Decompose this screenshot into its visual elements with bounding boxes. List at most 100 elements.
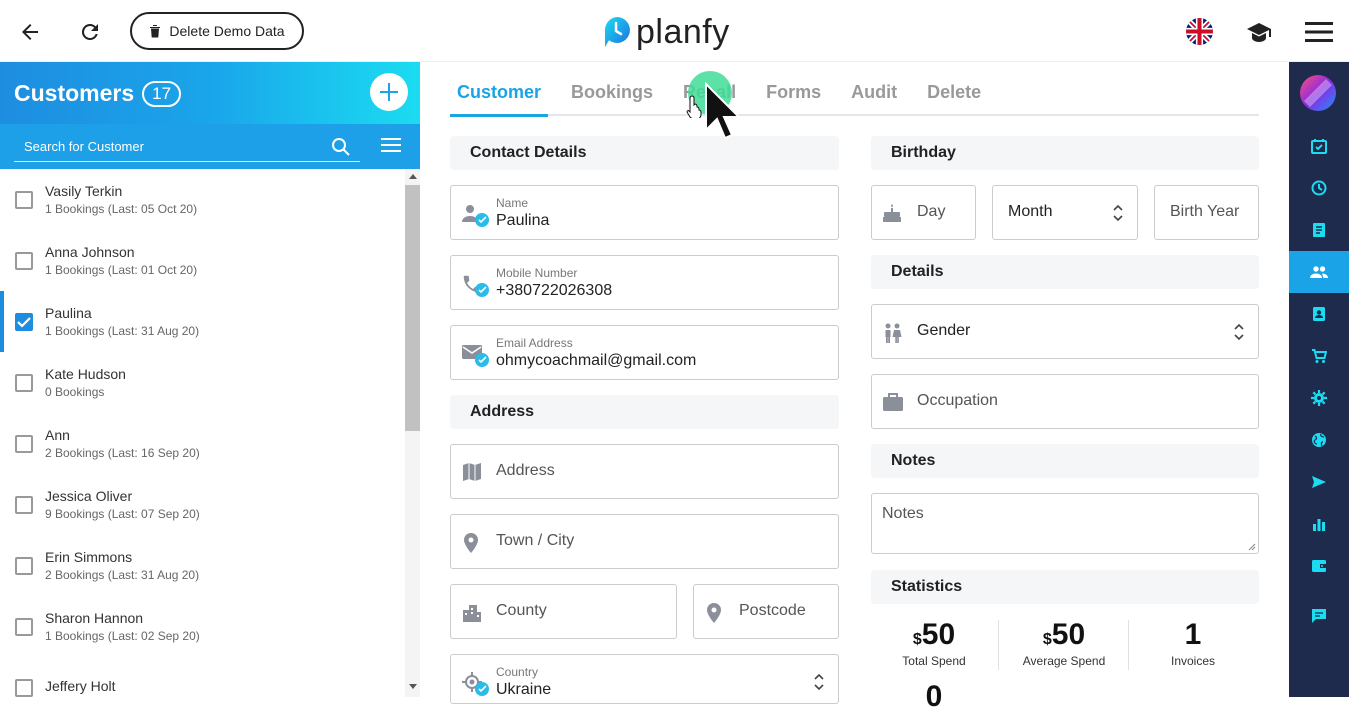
country-value: Ukraine	[496, 681, 552, 698]
rail-document[interactable]	[1289, 209, 1349, 251]
resize-handle-icon[interactable]	[1248, 543, 1256, 551]
cake-icon	[883, 204, 901, 222]
rail-chat[interactable]	[1289, 595, 1349, 637]
list-item[interactable]: Jeffery Holt	[0, 657, 405, 697]
stat-total-spend: $50 Total Spend	[874, 618, 994, 668]
mouse-cursor-icon	[705, 82, 742, 140]
item-checkbox[interactable]	[15, 495, 33, 514]
people-icon	[1310, 266, 1328, 278]
tab-delete[interactable]: Delete	[920, 62, 988, 114]
item-checkbox[interactable]	[15, 678, 33, 697]
scroll-thumb[interactable]	[405, 185, 420, 431]
right-nav-rail	[1289, 62, 1349, 697]
address-placeholder: Address	[496, 462, 555, 479]
day-field[interactable]: Day	[871, 185, 976, 240]
list-item[interactable]: Anna Johnson 1 Bookings (Last: 01 Oct 20)	[0, 230, 405, 291]
bar-chart-icon	[1313, 519, 1325, 531]
stat-average-spend: $50 Average Spend	[1004, 618, 1124, 668]
postcode-field[interactable]: Postcode	[693, 584, 839, 639]
customer-name: Jeffery Holt	[45, 678, 116, 694]
rail-shop[interactable]	[1289, 335, 1349, 377]
item-checkbox[interactable]	[15, 556, 33, 575]
rail-settings[interactable]	[1289, 377, 1349, 419]
item-checkbox[interactable]	[15, 617, 33, 636]
town-field[interactable]: Town / City	[450, 514, 839, 569]
clock-icon	[1311, 180, 1327, 196]
email-value: ohmycoachmail@gmail.com	[496, 352, 697, 369]
rail-reports[interactable]	[1289, 503, 1349, 545]
customer-name: Sharon Hannon	[45, 610, 144, 626]
detail-tabs: Customer Bookings Recall Forms Audit Del…	[450, 62, 1259, 117]
add-customer-button[interactable]	[370, 73, 408, 111]
updown-chevron-icon	[1234, 323, 1244, 341]
list-item-selected[interactable]: Paulina 1 Bookings (Last: 31 Aug 20)	[0, 291, 405, 352]
details-heading: Details	[871, 255, 1259, 289]
month-select[interactable]: Month	[992, 185, 1138, 240]
list-item[interactable]: Sharon Hannon 1 Bookings (Last: 02 Sep 20…	[0, 596, 405, 657]
chat-icon	[1312, 609, 1326, 623]
customers-panel: Customers 17 Vasily Terkin 1 Bookings (La…	[0, 62, 420, 697]
customers-title-text: Customers	[14, 80, 135, 106]
search-icon[interactable]	[331, 137, 351, 157]
scroll-down-arrow[interactable]	[409, 684, 417, 689]
customer-bookings: 1 Bookings (Last: 31 Aug 20)	[45, 324, 200, 338]
customer-name: Vasily Terkin	[45, 183, 123, 199]
scroll-up-arrow[interactable]	[409, 174, 417, 179]
address-field[interactable]: Address	[450, 444, 839, 499]
item-checkbox[interactable]	[15, 373, 33, 392]
list-item[interactable]: Jessica Oliver 9 Bookings (Last: 07 Sep 2…	[0, 474, 405, 535]
occupation-field[interactable]: Occupation	[871, 374, 1259, 429]
address-heading: Address	[450, 395, 839, 429]
tab-audit[interactable]: Audit	[844, 62, 904, 114]
tab-customer[interactable]: Customer	[450, 62, 549, 117]
customers-count-badge: 17	[142, 80, 182, 107]
email-field[interactable]: Email Address ohmycoachmail@gmail.com	[450, 325, 839, 380]
rail-calendar[interactable]	[1289, 125, 1349, 167]
tab-forms[interactable]: Forms	[759, 62, 828, 114]
customer-search-input[interactable]	[14, 132, 360, 162]
list-scrollbar[interactable]	[405, 169, 420, 697]
birth-year-field[interactable]: Birth Year	[1154, 185, 1259, 240]
birthday-heading: Birthday	[871, 136, 1259, 170]
item-checkbox[interactable]	[15, 251, 33, 270]
item-checkbox[interactable]	[15, 434, 33, 453]
planfy-logo-icon	[604, 17, 630, 47]
item-checkbox[interactable]	[15, 190, 33, 209]
hamburger-menu-icon[interactable]	[1305, 21, 1333, 43]
planfy-logo[interactable]: planfy	[602, 12, 730, 52]
total-spend-caption: Total Spend	[902, 654, 966, 668]
back-arrow-icon[interactable]	[18, 20, 42, 44]
rail-wallet[interactable]	[1289, 545, 1349, 587]
city-icon	[463, 605, 481, 622]
notes-textarea[interactable]: Notes	[871, 493, 1259, 554]
list-item[interactable]: Ann 2 Bookings (Last: 16 Sep 20)	[0, 413, 405, 474]
mobile-value: +380722026308	[496, 282, 613, 299]
globe-icon	[1312, 433, 1326, 447]
refresh-icon[interactable]	[78, 20, 102, 44]
rail-send[interactable]	[1289, 461, 1349, 503]
customers-title: Customers 17	[14, 80, 182, 107]
tab-bookings[interactable]: Bookings	[564, 62, 660, 114]
rail-web[interactable]	[1289, 419, 1349, 461]
county-placeholder: County	[496, 602, 547, 619]
list-item[interactable]: Erin Simmons 2 Bookings (Last: 31 Aug 20)	[0, 535, 405, 596]
account-avatar[interactable]	[1300, 75, 1336, 111]
uk-flag-icon[interactable]	[1186, 18, 1213, 45]
list-item[interactable]: Kate Hudson 0 Bookings	[0, 352, 405, 413]
rail-clock[interactable]	[1289, 167, 1349, 209]
name-field[interactable]: Name Paulina	[450, 185, 839, 240]
item-checkbox-checked[interactable]	[15, 312, 33, 331]
mobile-field[interactable]: Mobile Number +380722026308	[450, 255, 839, 310]
list-item[interactable]: Vasily Terkin 1 Bookings (Last: 05 Oct 20…	[0, 169, 405, 230]
graduation-cap-icon[interactable]	[1246, 20, 1272, 44]
county-field[interactable]: County	[450, 584, 677, 639]
rail-contact-card[interactable]	[1289, 293, 1349, 335]
gender-select[interactable]: Gender	[871, 304, 1259, 359]
list-menu-icon[interactable]	[381, 137, 401, 153]
verified-check-icon	[475, 213, 489, 227]
customer-bookings: 1 Bookings (Last: 05 Oct 20)	[45, 202, 198, 216]
town-placeholder: Town / City	[496, 532, 575, 549]
delete-demo-data-button[interactable]: Delete Demo Data	[130, 12, 304, 50]
customer-bookings: 1 Bookings (Last: 01 Oct 20)	[45, 263, 198, 277]
rail-customers[interactable]	[1289, 251, 1349, 293]
